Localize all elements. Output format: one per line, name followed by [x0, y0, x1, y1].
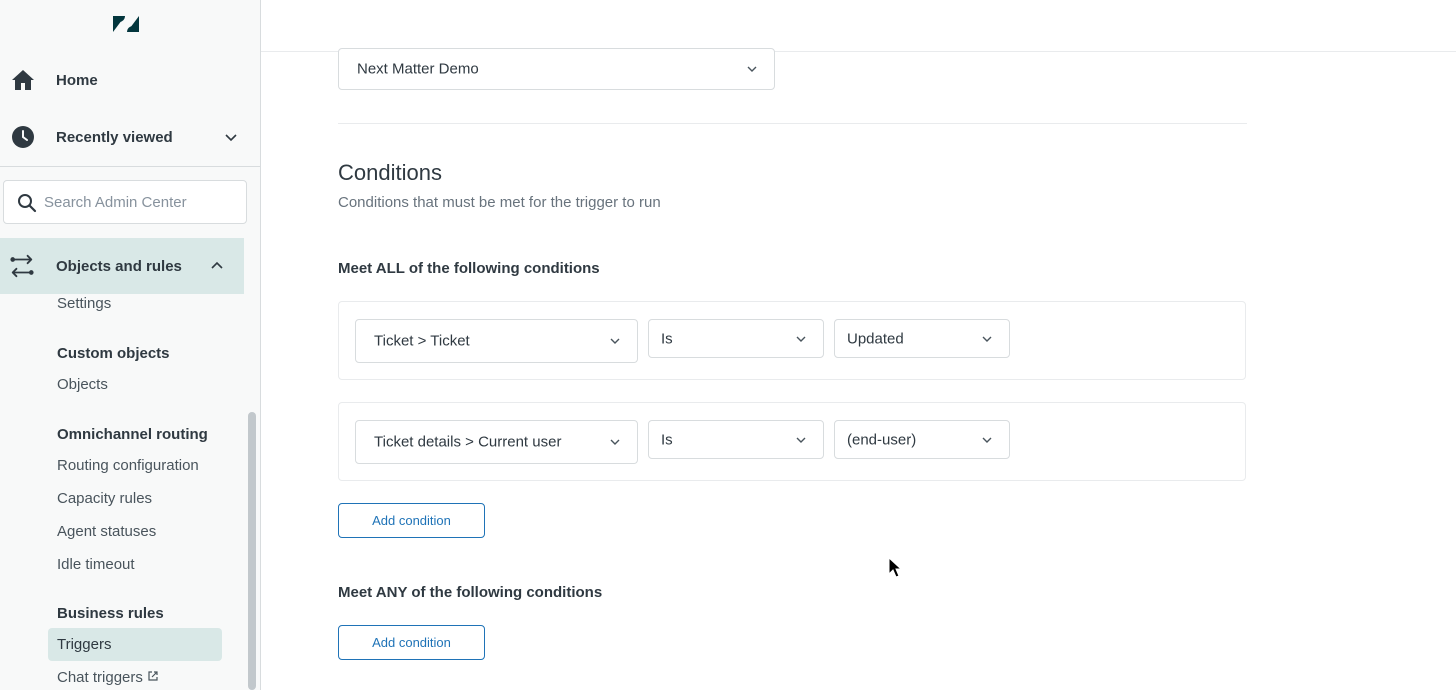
sidebar-item-capacity-rules[interactable]: Capacity rules [57, 490, 152, 507]
nav-objects-label: Objects and rules [56, 257, 182, 275]
add-any-condition-button[interactable]: Add condition [338, 625, 485, 660]
chevron-down-icon [796, 336, 806, 342]
condition-field-value: Ticket details > Current user [374, 433, 562, 451]
chevron-down-icon [610, 338, 620, 344]
condition-operator-value: Is [661, 330, 673, 347]
nav-home[interactable]: Home [0, 58, 260, 102]
business-rules-heading: Business rules [57, 605, 164, 622]
condition-operator-value: Is [661, 431, 673, 448]
chevron-down-icon [796, 437, 806, 443]
condition-field-select[interactable]: Ticket > Ticket [355, 319, 638, 363]
conditions-description: Conditions that must be met for the trig… [338, 194, 661, 211]
chevron-down-icon [747, 66, 757, 72]
sidebar-divider [0, 166, 260, 167]
chevron-down-icon [982, 336, 992, 342]
add-all-condition-button[interactable]: Add condition [338, 503, 485, 538]
omnichannel-routing-heading: Omnichannel routing [57, 426, 208, 443]
chevron-down-icon [610, 439, 620, 445]
sidebar-item-agent-statuses[interactable]: Agent statuses [57, 523, 156, 540]
sidebar-scrollbar[interactable] [248, 412, 256, 690]
sidebar-item-objects[interactable]: Objects [57, 376, 108, 393]
admin-search[interactable] [3, 180, 247, 224]
sidebar-item-triggers[interactable]: Triggers [57, 636, 111, 653]
sidebar-item-idle-timeout[interactable]: Idle timeout [57, 556, 135, 573]
sidebar-item-routing-configuration[interactable]: Routing configuration [57, 457, 199, 474]
search-icon [18, 194, 37, 213]
chevron-down-icon [982, 437, 992, 443]
nav-recently-viewed[interactable]: Recently viewed [0, 115, 260, 159]
condition-value-value: (end-user) [847, 431, 917, 448]
nav-objects-and-rules[interactable]: Objects and rules [0, 238, 244, 294]
top-bar [261, 0, 1456, 52]
chat-triggers-label: Chat triggers [57, 669, 143, 686]
objects-rules-icon [9, 253, 35, 279]
chevron-down-icon[interactable] [224, 130, 238, 144]
condition-field-select[interactable]: Ticket details > Current user [355, 420, 638, 464]
sidebar-item-chat-triggers[interactable]: Chat triggers [57, 669, 159, 686]
external-link-icon [148, 671, 158, 681]
sidebar-item-settings[interactable]: Settings [57, 295, 111, 312]
condition-value-value: Updated [847, 330, 904, 347]
condition-operator-select[interactable]: Is [648, 319, 824, 358]
mouse-cursor-icon [888, 557, 902, 578]
zendesk-logo[interactable] [110, 12, 142, 36]
sidebar: Home Recently viewed Objects and rules S… [0, 0, 261, 690]
condition-value-select[interactable]: (end-user) [834, 420, 1010, 459]
nav-home-label: Home [56, 71, 98, 89]
condition-field-value: Ticket > Ticket [374, 332, 470, 350]
nav-recently-viewed-label: Recently viewed [56, 128, 173, 146]
meet-any-label: Meet ANY of the following conditions [338, 584, 603, 601]
section-divider [338, 123, 1247, 124]
category-select-value: Next Matter Demo [357, 60, 479, 78]
condition-operator-select[interactable]: Is [648, 420, 824, 459]
conditions-title: Conditions [338, 160, 442, 185]
custom-objects-heading: Custom objects [57, 345, 170, 362]
chevron-up-icon[interactable] [210, 259, 224, 273]
search-input[interactable] [44, 191, 234, 213]
meet-all-label: Meet ALL of the following conditions [338, 260, 600, 277]
category-select[interactable]: Next Matter Demo [338, 48, 775, 90]
clock-icon [10, 124, 36, 150]
home-icon [10, 67, 36, 93]
condition-value-select[interactable]: Updated [834, 319, 1010, 358]
